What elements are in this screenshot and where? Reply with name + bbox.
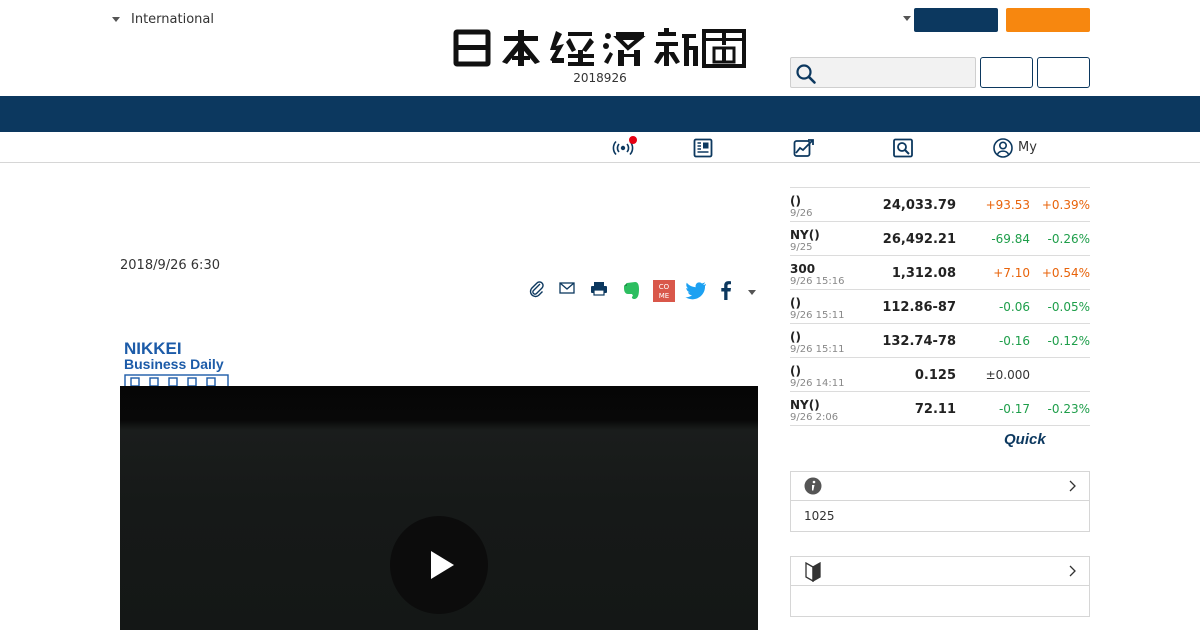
nikkei-business-daily-logo: NIKKEI Business Daily [124, 339, 229, 388]
caret-down-icon [112, 17, 120, 22]
market-change: ±0.000 [985, 368, 1030, 382]
search-article-icon[interactable] [892, 137, 914, 159]
play-icon [431, 551, 454, 579]
market-name: () [790, 194, 801, 208]
search-input[interactable] [790, 57, 976, 88]
market-name: 300 [790, 262, 816, 276]
register-button[interactable] [1037, 57, 1090, 88]
market-change: +7.10 [993, 266, 1030, 280]
clip-icon[interactable] [528, 280, 546, 298]
market-time: 9/26 15:11 [790, 344, 845, 355]
orange-header-button[interactable] [1006, 8, 1090, 32]
market-time: 9/26 15:16 [790, 276, 845, 287]
main-nav-bar [0, 96, 1200, 132]
facebook-icon[interactable] [716, 280, 736, 302]
market-change-pct: +0.54% [1041, 266, 1090, 280]
svg-text:CO: CO [659, 283, 670, 291]
market-change-pct: -0.26% [1047, 232, 1090, 246]
market-time: 9/26 [790, 208, 813, 219]
market-name: () [790, 364, 801, 378]
market-change: -0.17 [998, 402, 1030, 416]
search-icon [796, 64, 816, 84]
live-alert-dot [629, 136, 637, 144]
market-row[interactable]: NY() 9/25 26,492.21 -69.84 -0.26% [790, 222, 1090, 256]
market-value: 1,312.08 [891, 266, 956, 281]
play-button[interactable] [390, 516, 488, 614]
market-value: 132.74-78 [882, 334, 956, 349]
market-change: -0.06 [998, 300, 1030, 314]
market-value: 24,033.79 [882, 198, 956, 213]
article-date: 2018/9/26 6:30 [120, 258, 220, 273]
mail-icon[interactable] [558, 280, 576, 296]
market-row[interactable]: () 9/26 15:11 132.74-78 -0.16 -0.12% [790, 324, 1090, 358]
my-nikkei-label[interactable]: My [1018, 140, 1037, 155]
beginner-box-body [791, 586, 1089, 616]
more-caret-icon[interactable] [748, 290, 756, 295]
market-value: 26,492.21 [882, 232, 956, 247]
market-row[interactable]: () 9/26 24,033.79 +93.53 +0.39% [790, 188, 1090, 222]
market-change-pct: +0.39% [1041, 198, 1090, 212]
info-icon [804, 477, 822, 495]
market-change-pct: -0.05% [1047, 300, 1090, 314]
info-box-body: 1025 [804, 509, 835, 523]
print-icon[interactable] [589, 280, 609, 298]
evernote-icon[interactable] [622, 280, 642, 302]
user-icon[interactable] [992, 137, 1014, 159]
market-time: 9/26 15:11 [790, 310, 845, 321]
chevron-right-icon [1069, 565, 1076, 577]
market-change: +93.53 [985, 198, 1030, 212]
quick-logo-text: Quick [1004, 431, 1046, 448]
market-value: 72.11 [914, 402, 956, 417]
login-button[interactable] [980, 57, 1033, 88]
chevron-right-icon [1069, 480, 1076, 492]
market-row[interactable]: NY() 9/26 2:06 72.11 -0.17 -0.23% [790, 392, 1090, 426]
info-box[interactable]: 1025 [790, 471, 1090, 532]
video-player[interactable] [120, 386, 758, 630]
nikkei-logo[interactable] [452, 28, 748, 68]
beginner-box[interactable] [790, 556, 1090, 617]
market-name: () [790, 330, 801, 344]
comemo-icon[interactable]: CO ME [653, 280, 675, 302]
market-name: NY() [790, 398, 820, 412]
market-row[interactable]: () 9/26 14:11 0.125 ±0.000 [790, 358, 1090, 392]
market-time: 9/26 2:06 [790, 412, 839, 423]
market-change-pct: -0.12% [1047, 334, 1090, 348]
edition-selector[interactable]: International [112, 12, 214, 27]
market-value: 112.86-87 [882, 300, 956, 315]
market-time: 9/26 14:11 [790, 378, 845, 389]
market-name: () [790, 296, 801, 310]
issue-date: 2018926 [573, 71, 627, 85]
navy-header-button[interactable] [914, 8, 998, 32]
quick-logo: Quick [1004, 431, 1046, 448]
beginner-box-header[interactable] [791, 557, 1089, 586]
twitter-icon[interactable] [685, 280, 707, 300]
market-table: () 9/26 24,033.79 +93.53 +0.39% NY() 9/25 26,49… [790, 187, 1090, 426]
market-value: 0.125 [914, 368, 956, 383]
market-change: -69.84 [991, 232, 1030, 246]
logo-text-business-daily: Business Daily [124, 356, 224, 372]
edition-label: International [131, 12, 214, 27]
market-row[interactable]: () 9/26 15:11 112.86-87 -0.06 -0.05% [790, 290, 1090, 324]
site-header: International 2018926 [0, 0, 1200, 96]
caret-down-icon[interactable] [903, 16, 911, 21]
svg-text:ME: ME [659, 292, 669, 300]
market-time: 9/25 [790, 242, 813, 253]
beginner-mark-icon [805, 562, 821, 582]
market-change-pct: -0.23% [1047, 402, 1090, 416]
market-name: NY() [790, 228, 820, 242]
market-chart-icon[interactable] [792, 137, 816, 159]
info-box-header[interactable] [791, 472, 1089, 501]
newspaper-icon[interactable] [692, 137, 714, 159]
market-change: -0.16 [998, 334, 1030, 348]
market-row[interactable]: 300 9/26 15:16 1,312.08 +7.10 +0.54% [790, 256, 1090, 290]
